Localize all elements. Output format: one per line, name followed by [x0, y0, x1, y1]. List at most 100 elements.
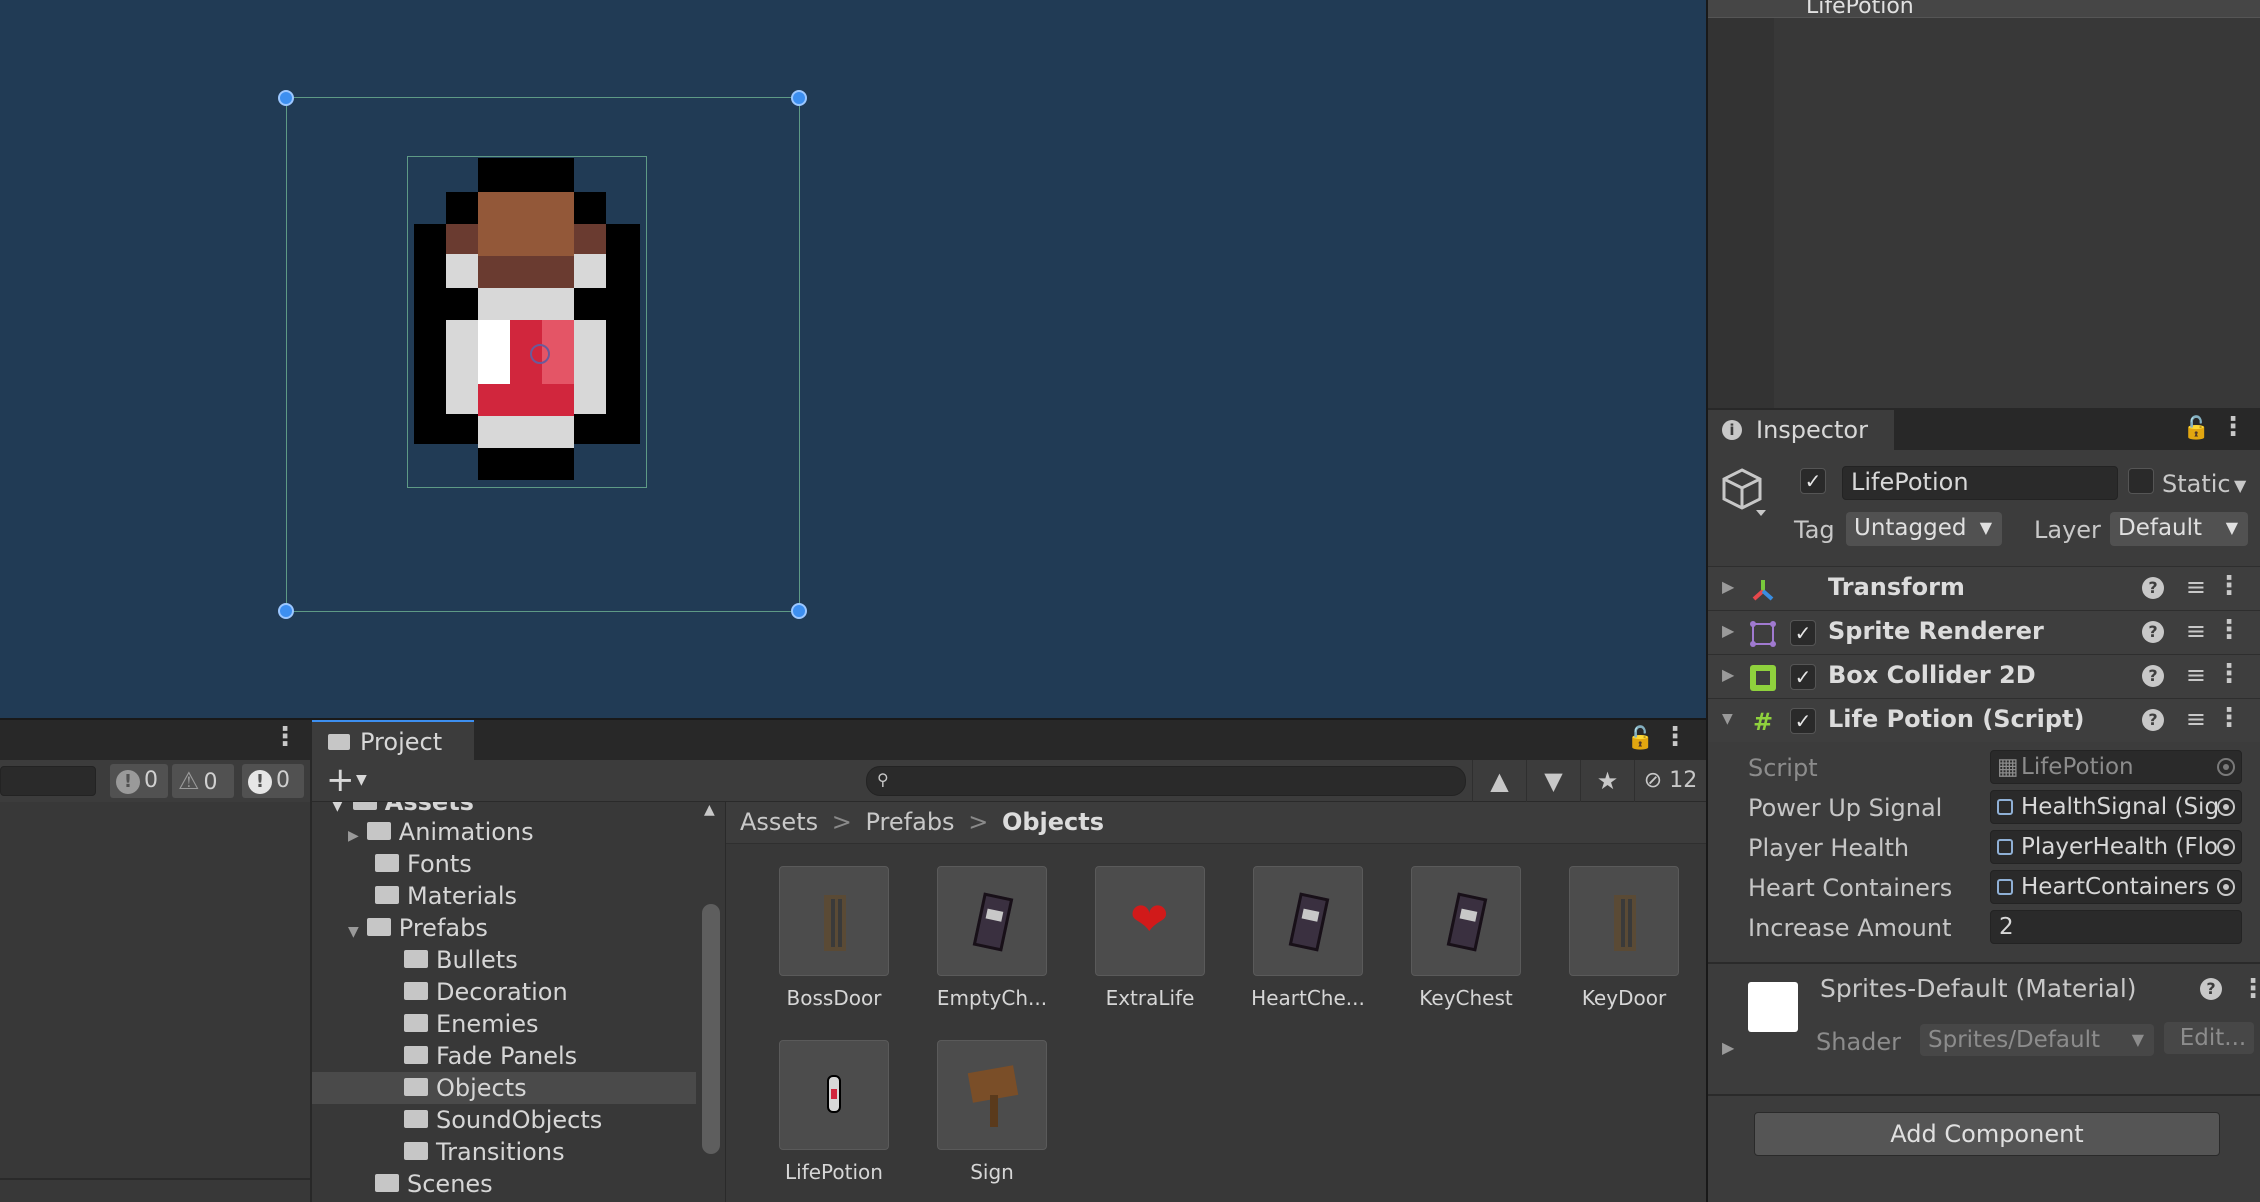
object-name-field[interactable]: LifePotion	[1842, 466, 2118, 500]
scene-view[interactable]	[0, 0, 1706, 718]
console-panel: ⋮ ! 0 ⚠ 0 ! 0	[0, 720, 310, 1202]
console-search-input[interactable]	[0, 766, 96, 796]
tree-item-animations[interactable]: ▶ Animations	[348, 816, 534, 848]
tree-item-objects[interactable]: Objects	[404, 1072, 527, 1104]
shader-dropdown[interactable]: Sprites/Default ▼	[1920, 1024, 2154, 1056]
scrollbar-thumb[interactable]	[702, 904, 720, 1154]
expand-arrow-icon[interactable]: ▶	[1722, 621, 1734, 640]
component-sprite-renderer[interactable]: ▶ ✓ Sprite Renderer ? ≡ ⋮	[1708, 610, 2260, 654]
tree-item-transitions[interactable]: Transitions	[404, 1136, 565, 1168]
help-icon[interactable]: ?	[2142, 709, 2164, 731]
folder-icon	[404, 1110, 428, 1128]
tag-dropdown[interactable]: Untagged ▼	[1846, 512, 2002, 546]
breadcrumb-assets[interactable]: Assets	[740, 808, 818, 836]
asset-bossdoor[interactable]: BossDoor	[754, 866, 914, 1010]
expand-arrow-icon[interactable]: ▶	[1722, 577, 1734, 596]
power-up-signal-field[interactable]: HealthSignal (Sig	[1990, 790, 2242, 824]
preset-icon[interactable]: ≡	[2186, 661, 2206, 689]
hierarchy-row-selected[interactable]: LifePotion	[1708, 0, 2260, 19]
tree-item-bullets[interactable]: Bullets	[404, 944, 518, 976]
filter-type-button[interactable]: ▲	[1472, 760, 1526, 802]
rect-handle-bottom-left[interactable]	[278, 603, 294, 619]
asset-lifepotion[interactable]: LifePotion	[754, 1040, 914, 1184]
asset-heartchest[interactable]: HeartChe...	[1228, 866, 1388, 1010]
asset-thumbnail	[779, 866, 889, 976]
more-icon[interactable]: ⋮	[2216, 659, 2242, 689]
edit-shader-button[interactable]: Edit...	[2164, 1022, 2254, 1054]
collapse-arrow-icon[interactable]: ▼	[1722, 711, 1733, 727]
life-potion-sprite[interactable]	[414, 158, 640, 480]
preset-icon[interactable]: ≡	[2186, 617, 2206, 645]
breadcrumb-prefabs[interactable]: Prefabs	[866, 808, 955, 836]
tab-project[interactable]: Project	[312, 720, 474, 760]
component-enabled-checkbox[interactable]: ✓	[1790, 620, 1816, 646]
tree-item-materials[interactable]: Materials	[375, 880, 517, 912]
lock-icon[interactable]: 🔓	[1627, 726, 1654, 751]
expand-arrow-icon[interactable]: ▶	[348, 828, 359, 844]
error-filter-button[interactable]: ! 0	[110, 764, 168, 798]
static-dropdown-icon[interactable]: ▼	[2234, 476, 2246, 495]
tab-inspector[interactable]: i Inspector	[1708, 410, 1894, 450]
expand-arrow-icon[interactable]: ▶	[1722, 1038, 1734, 1057]
player-health-field[interactable]: PlayerHealth (Flo	[1990, 830, 2242, 864]
scroll-up-icon[interactable]: ▲	[704, 802, 715, 818]
component-box-collider-2d[interactable]: ▶ ✓ Box Collider 2D ? ≡ ⋮	[1708, 654, 2260, 698]
heart-containers-field[interactable]: HeartContainers	[1990, 870, 2242, 904]
help-icon[interactable]: ?	[2142, 665, 2164, 687]
more-icon[interactable]: ⋮	[2216, 571, 2242, 601]
asset-keychest[interactable]: KeyChest	[1386, 866, 1546, 1010]
component-life-potion-script[interactable]: ▼ # ✓ Life Potion (Script) ? ≡ ⋮	[1708, 698, 2260, 742]
tree-item-fade-panels[interactable]: Fade Panels	[404, 1040, 577, 1072]
more-icon[interactable]: ⋮	[2216, 703, 2242, 733]
tree-item-decoration[interactable]: Decoration	[404, 976, 568, 1008]
tree-item-scenes[interactable]: Scenes	[375, 1168, 493, 1200]
rect-handle-top-right[interactable]	[791, 90, 807, 106]
component-title: Life Potion (Script)	[1828, 705, 2085, 733]
component-transform[interactable]: ▶ Transform ? ≡ ⋮	[1708, 566, 2260, 610]
expand-arrow-icon[interactable]: ▶	[1722, 665, 1734, 684]
tree-item-prefabs[interactable]: ▼ Prefabs	[348, 912, 488, 944]
create-dropdown-icon[interactable]: ▼	[356, 772, 367, 788]
tree-scrollbar[interactable]: ▲	[696, 802, 726, 1202]
asset-extralife[interactable]: ❤ ExtraLife	[1070, 866, 1230, 1010]
component-enabled-checkbox[interactable]: ✓	[1790, 664, 1816, 690]
object-picker-icon[interactable]	[2217, 838, 2235, 856]
more-icon[interactable]: ⋮	[1662, 722, 1688, 752]
project-search-input[interactable]: ⚲	[866, 766, 1466, 796]
warning-filter-button[interactable]: ⚠ 0	[172, 764, 234, 798]
tree-item-soundobjects[interactable]: SoundObjects	[404, 1104, 602, 1136]
object-picker-icon[interactable]	[2217, 798, 2235, 816]
help-icon[interactable]: ?	[2200, 978, 2222, 1000]
favorites-button[interactable]: ★	[1580, 760, 1634, 802]
component-enabled-checkbox[interactable]: ✓	[1790, 708, 1816, 734]
tree-item-enemies[interactable]: Enemies	[404, 1008, 538, 1040]
create-button[interactable]: +	[326, 760, 355, 800]
add-component-button[interactable]: Add Component	[1754, 1112, 2220, 1156]
asset-keydoor[interactable]: KeyDoor	[1544, 866, 1704, 1010]
preset-icon[interactable]: ≡	[2186, 573, 2206, 601]
info-filter-button[interactable]: ! 0	[242, 764, 304, 798]
more-icon[interactable]: ⋮	[2220, 412, 2246, 442]
asset-sign[interactable]: Sign	[912, 1040, 1072, 1184]
lock-icon[interactable]: 🔓	[2183, 416, 2210, 441]
rect-handle-top-left[interactable]	[278, 90, 294, 106]
static-checkbox[interactable]: ✓	[2128, 468, 2154, 494]
rect-handle-bottom-right[interactable]	[791, 603, 807, 619]
tree-item-fonts[interactable]: Fonts	[375, 848, 472, 880]
help-icon[interactable]: ?	[2142, 621, 2164, 643]
increase-amount-field[interactable]: 2	[1990, 910, 2242, 944]
filter-label-button[interactable]: ▼	[1526, 760, 1580, 802]
prop-value: HeartContainers	[2021, 874, 2210, 900]
tree-label: Materials	[407, 882, 518, 910]
more-icon[interactable]: ⋮	[2216, 615, 2242, 645]
chevron-down-icon[interactable]: ▼	[348, 924, 359, 940]
hidden-packages-button[interactable]: ⊘ 12	[1634, 760, 1706, 802]
more-icon[interactable]: ⋮	[2240, 974, 2260, 1004]
asset-emptychest[interactable]: EmptyCh...	[912, 866, 1072, 1010]
active-checkbox[interactable]: ✓	[1800, 468, 1826, 494]
object-picker-icon[interactable]	[2217, 878, 2235, 896]
help-icon[interactable]: ?	[2142, 577, 2164, 599]
preset-icon[interactable]: ≡	[2186, 705, 2206, 733]
more-icon[interactable]: ⋮	[272, 722, 298, 752]
layer-dropdown[interactable]: Default ▼	[2110, 512, 2248, 546]
